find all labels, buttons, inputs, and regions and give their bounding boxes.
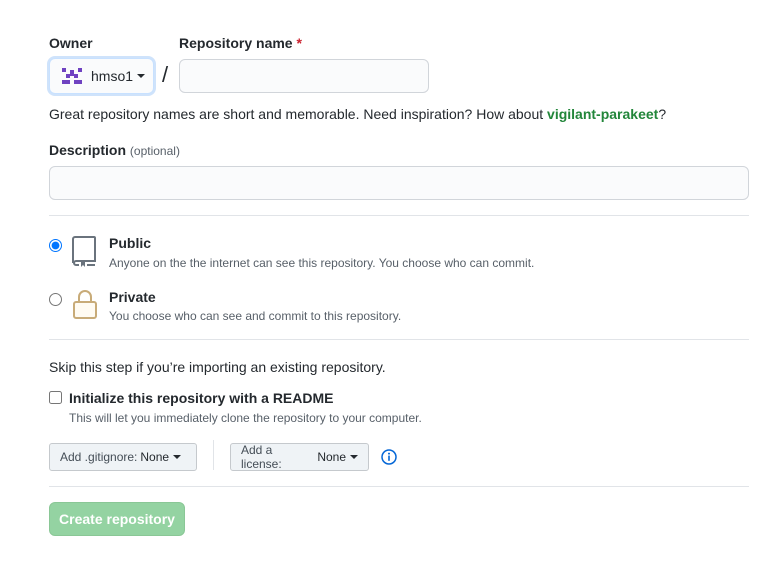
public-radio[interactable] — [49, 239, 62, 252]
owner-avatar-icon — [62, 68, 82, 84]
description-input[interactable] — [49, 166, 749, 200]
divider — [49, 486, 749, 487]
description-label-text: Description — [49, 142, 127, 158]
gitignore-label: Add .gitignore: — [60, 450, 138, 464]
init-readme-checkbox[interactable] — [49, 391, 62, 404]
license-select[interactable]: Add a license: None — [230, 443, 369, 471]
divider — [49, 215, 749, 216]
gitignore-select[interactable]: Add .gitignore: None — [49, 443, 197, 471]
repo-name-label-text: Repository name — [179, 35, 293, 51]
info-icon[interactable] — [381, 449, 397, 465]
hint-text: Great repository names are short and mem… — [49, 106, 548, 122]
license-value: None — [317, 450, 346, 464]
public-title: Public — [109, 235, 152, 251]
name-suggestion-link[interactable]: vigilant-parakeet — [547, 106, 658, 122]
owner-value: hmso1 — [91, 68, 134, 84]
optional-note: (optional) — [129, 144, 180, 158]
hint-suffix: ? — [658, 106, 667, 122]
chevron-down-icon — [173, 455, 182, 459]
init-readme-label[interactable]: Initialize this repository with a README — [69, 390, 333, 406]
repo-name-input[interactable] — [179, 59, 429, 93]
repo-name-label: Repository name * — [179, 35, 302, 51]
create-repository-button[interactable]: Create repository — [49, 502, 185, 536]
description-label: Description (optional) — [49, 142, 180, 158]
owner-label: Owner — [49, 35, 93, 51]
owner-repo-separator: / — [162, 62, 169, 87]
init-readme-note: This will let you immediately clone the … — [69, 411, 422, 425]
chevron-down-icon — [350, 455, 358, 459]
owner-select-button[interactable]: hmso1 — [49, 58, 154, 94]
repo-name-hint: Great repository names are short and mem… — [49, 106, 666, 122]
lock-icon — [73, 290, 97, 319]
select-separator — [213, 440, 214, 470]
private-description: You choose who can see and commit to thi… — [109, 309, 402, 323]
skip-note: Skip this step if you’re importing an ex… — [49, 359, 386, 375]
divider — [49, 339, 749, 340]
repo-book-icon — [72, 236, 96, 267]
chevron-down-icon — [137, 74, 146, 78]
private-title: Private — [109, 289, 156, 305]
public-description: Anyone on the the internet can see this … — [109, 256, 535, 270]
private-radio[interactable] — [49, 293, 62, 306]
required-marker: * — [296, 35, 302, 51]
license-label: Add a license: — [241, 443, 282, 471]
gitignore-value: None — [140, 450, 170, 464]
